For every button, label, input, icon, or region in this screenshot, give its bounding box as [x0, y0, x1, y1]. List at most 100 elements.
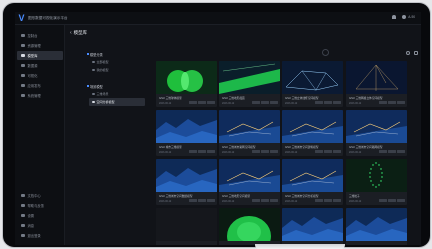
sidebar-item-settings[interactable]: 设置: [17, 211, 63, 220]
more-button[interactable]: [333, 150, 341, 153]
sidebar-item-messages[interactable]: 消息: [17, 221, 63, 230]
preview-button[interactable]: [252, 199, 260, 202]
model-card[interactable]: [282, 208, 343, 245]
model-thumbnail[interactable]: [156, 208, 217, 241]
more-button[interactable]: [207, 101, 215, 104]
edit-button[interactable]: [388, 101, 396, 104]
model-card[interactable]: GSU 三维城市路网空间模型 2023-06-12: [219, 110, 280, 156]
model-card[interactable]: GSU 三维球体模型 2023-06-12: [156, 61, 217, 107]
model-thumbnail[interactable]: [219, 110, 280, 143]
edit-button[interactable]: [388, 199, 396, 202]
model-thumbnail[interactable]: [282, 159, 343, 192]
category-item-mine[interactable]: 我的模型: [89, 66, 145, 74]
model-card[interactable]: 三维粒子 2023-06-12: [346, 159, 407, 205]
edit-button[interactable]: [261, 150, 269, 153]
category-group-title: 模型分类: [87, 52, 103, 57]
sidebar-item-help[interactable]: 帮助与反馈: [17, 201, 63, 210]
preview-button[interactable]: [252, 101, 260, 104]
sidebar-item-system[interactable]: 系统管理: [17, 91, 63, 100]
model-thumbnail[interactable]: [219, 61, 280, 94]
more-button[interactable]: [270, 150, 278, 153]
sidebar-item-datasource[interactable]: 数据源: [17, 61, 63, 70]
sidebar-item-console[interactable]: 控制台: [17, 31, 63, 40]
model-card[interactable]: GSU 三维城市空间数据模型 2023-06-12: [156, 159, 217, 205]
sidebar-item-models[interactable]: 模型库: [17, 51, 63, 60]
sidebar-item-visualization[interactable]: 可视化: [17, 71, 63, 80]
edit-button[interactable]: [198, 199, 206, 202]
document-icon: [21, 193, 25, 198]
model-thumbnail[interactable]: [346, 61, 407, 94]
edit-button[interactable]: [324, 199, 332, 202]
edit-button[interactable]: [198, 150, 206, 153]
model-card[interactable]: GSU 三维城市空间路网模型 2023-06-12: [346, 110, 407, 156]
model-card[interactable]: [346, 208, 407, 245]
model-card[interactable]: GSU 三维城市空间分析模型 2023-06-12: [282, 159, 343, 205]
model-card[interactable]: GSU 三维网格立体空间模型 2023-06-12: [346, 61, 407, 107]
bell-icon[interactable]: [392, 15, 397, 19]
preview-button[interactable]: [379, 199, 387, 202]
model-card[interactable]: GSU 三维城市空间建筑模型 2023-06-12: [282, 110, 343, 156]
laptop-base: [255, 244, 345, 249]
more-button[interactable]: [270, 101, 278, 104]
user-menu[interactable]: A-90: [402, 15, 415, 19]
sidebar-item-resources[interactable]: 资源管理: [17, 41, 63, 50]
back-arrow-icon[interactable]: ‹: [70, 30, 72, 36]
edit-button[interactable]: [261, 101, 269, 104]
sidebar-item-logout[interactable]: 退出登录: [17, 231, 63, 240]
model-card[interactable]: [219, 208, 280, 245]
grid-view-icon[interactable]: [414, 51, 418, 55]
preview-button[interactable]: [379, 150, 387, 153]
model-card[interactable]: GSU 三维地形截面 2023-06-12: [219, 61, 280, 107]
model-card[interactable]: GSU 三维地形空间模型 2023-06-12: [219, 159, 280, 205]
edit-button[interactable]: [198, 101, 206, 104]
model-thumbnail[interactable]: [219, 208, 280, 241]
preview-button[interactable]: [315, 150, 323, 153]
sidebar-item-label: 数据源: [27, 64, 38, 68]
preview-button[interactable]: [189, 199, 197, 202]
preview-button[interactable]: [379, 101, 387, 104]
category-item-scene[interactable]: 三维场景: [89, 90, 145, 98]
model-thumbnail[interactable]: [346, 208, 407, 241]
preview-button[interactable]: [315, 199, 323, 202]
preview-button[interactable]: [189, 101, 197, 104]
model-thumbnail[interactable]: [156, 159, 217, 192]
more-button[interactable]: [397, 150, 405, 153]
more-button[interactable]: [333, 101, 341, 104]
more-button[interactable]: [397, 101, 405, 104]
category-item-all[interactable]: 全部模型: [89, 58, 145, 66]
model-thumbnail[interactable]: [156, 110, 217, 143]
preview-button[interactable]: [189, 150, 197, 153]
model-card[interactable]: [156, 208, 217, 245]
model-thumbnail[interactable]: [156, 61, 217, 94]
model-card[interactable]: GSU 三维立体线框空间模型 2023-06-12: [282, 61, 343, 107]
category-item-spatial[interactable]: 空间分析模型: [89, 98, 145, 106]
model-card-title: GSU 三维网格立体空间模型: [349, 96, 383, 100]
model-thumbnail[interactable]: [282, 208, 343, 241]
more-button[interactable]: [333, 199, 341, 202]
model-thumbnail[interactable]: [282, 110, 343, 143]
app-logo[interactable]: V: [15, 13, 28, 23]
more-button[interactable]: [207, 150, 215, 153]
more-button[interactable]: [207, 199, 215, 202]
sidebar-item-docs[interactable]: 文档中心: [17, 191, 63, 200]
more-button[interactable]: [270, 199, 278, 202]
model-card-date: 2023-06-12: [285, 150, 298, 154]
search-icon[interactable]: [406, 51, 410, 55]
model-thumbnail[interactable]: [346, 159, 407, 192]
edit-button[interactable]: [388, 150, 396, 153]
edit-button[interactable]: [324, 150, 332, 153]
refresh-icon[interactable]: [322, 49, 329, 56]
edit-button[interactable]: [261, 199, 269, 202]
model-thumbnail[interactable]: [346, 110, 407, 143]
preview-button[interactable]: [252, 150, 260, 153]
card-actions: [189, 150, 215, 153]
preview-button[interactable]: [315, 101, 323, 104]
model-thumbnail[interactable]: [219, 159, 280, 192]
sidebar-item-publish[interactable]: 应用发布: [17, 81, 63, 90]
model-card-title: GSU 三维城市空间分析模型: [285, 194, 319, 198]
model-card[interactable]: GSU 城市三维模型 2023-06-12: [156, 110, 217, 156]
bullet-icon: [92, 100, 95, 104]
more-button[interactable]: [397, 199, 405, 202]
edit-button[interactable]: [324, 101, 332, 104]
model-thumbnail[interactable]: [282, 61, 343, 94]
